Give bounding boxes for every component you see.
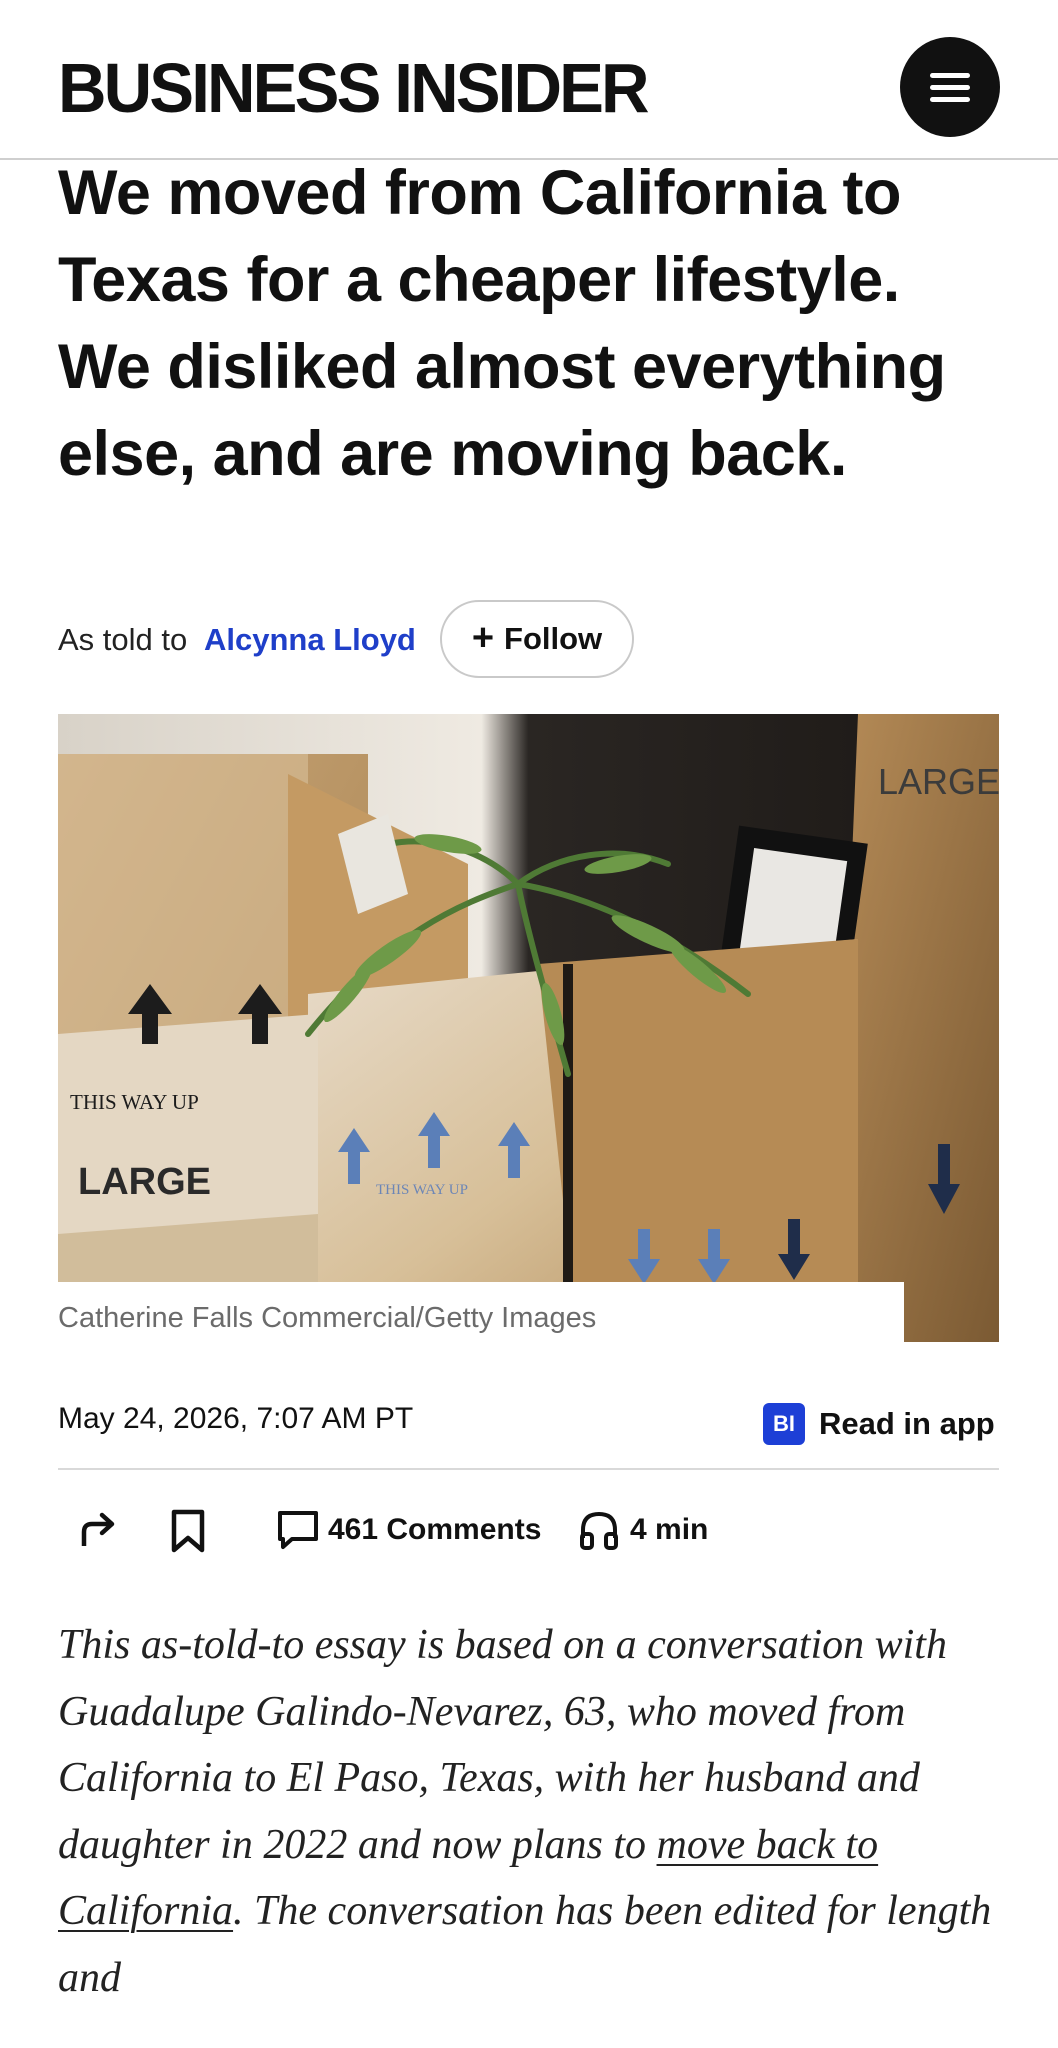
- publish-date: May 24, 2026, 7:07 AM PT: [58, 1402, 414, 1435]
- image-caption: Catherine Falls Commercial/Getty Images: [58, 1302, 597, 1334]
- plus-icon: +: [471, 616, 495, 659]
- divider: [58, 1468, 999, 1470]
- read-in-app-label: Read in app: [819, 1406, 995, 1441]
- box-label-this-way-up: THIS WAY UP: [70, 1090, 199, 1114]
- bi-app-icon: BI: [763, 1403, 805, 1445]
- read-in-app-button[interactable]: BI Read in app: [763, 1402, 995, 1446]
- article-intro: This as-told-to essay is based on a conv…: [58, 1612, 998, 2011]
- article-hero-image: LARGE THIS WAY UP LARGE THIS WAY UP: [58, 714, 999, 1342]
- box-label-large-top: LARGE: [878, 761, 999, 802]
- article-page: BUSINESS INSIDER We moved from Californi…: [0, 0, 1058, 2048]
- byline-prefix: As told to: [58, 622, 188, 657]
- comments-count: 461 Comments: [328, 1513, 542, 1546]
- menu-button[interactable]: [900, 37, 1000, 137]
- byline: As told to Alcynna Lloyd + Follow: [58, 600, 1008, 680]
- bookmark-icon[interactable]: [168, 1508, 208, 1554]
- comments-button[interactable]: 461 Comments: [276, 1508, 541, 1552]
- site-header: BUSINESS INSIDER: [0, 0, 1058, 160]
- box-label-large-left: LARGE: [78, 1161, 211, 1203]
- comment-icon: [278, 1511, 318, 1549]
- listen-duration: 4 min: [630, 1513, 709, 1546]
- share-icon[interactable]: [76, 1508, 120, 1552]
- hamburger-menu-icon-line: [930, 96, 970, 102]
- hamburger-menu-icon-line: [930, 84, 970, 90]
- author-link[interactable]: Alcynna Lloyd: [204, 622, 416, 658]
- site-logo[interactable]: BUSINESS INSIDER: [58, 48, 650, 128]
- listen-button[interactable]: 4 min: [578, 1508, 708, 1552]
- article-actions: 461 Comments 4 min: [58, 1500, 999, 1560]
- hamburger-menu-icon: [930, 72, 970, 78]
- headphones-icon: [580, 1511, 618, 1550]
- follow-button[interactable]: + Follow: [440, 600, 634, 678]
- article-headline: We moved from California to Texas for a …: [58, 158, 946, 489]
- box-label-this-way-up-small: THIS WAY UP: [376, 1182, 468, 1198]
- follow-label: Follow: [504, 621, 603, 656]
